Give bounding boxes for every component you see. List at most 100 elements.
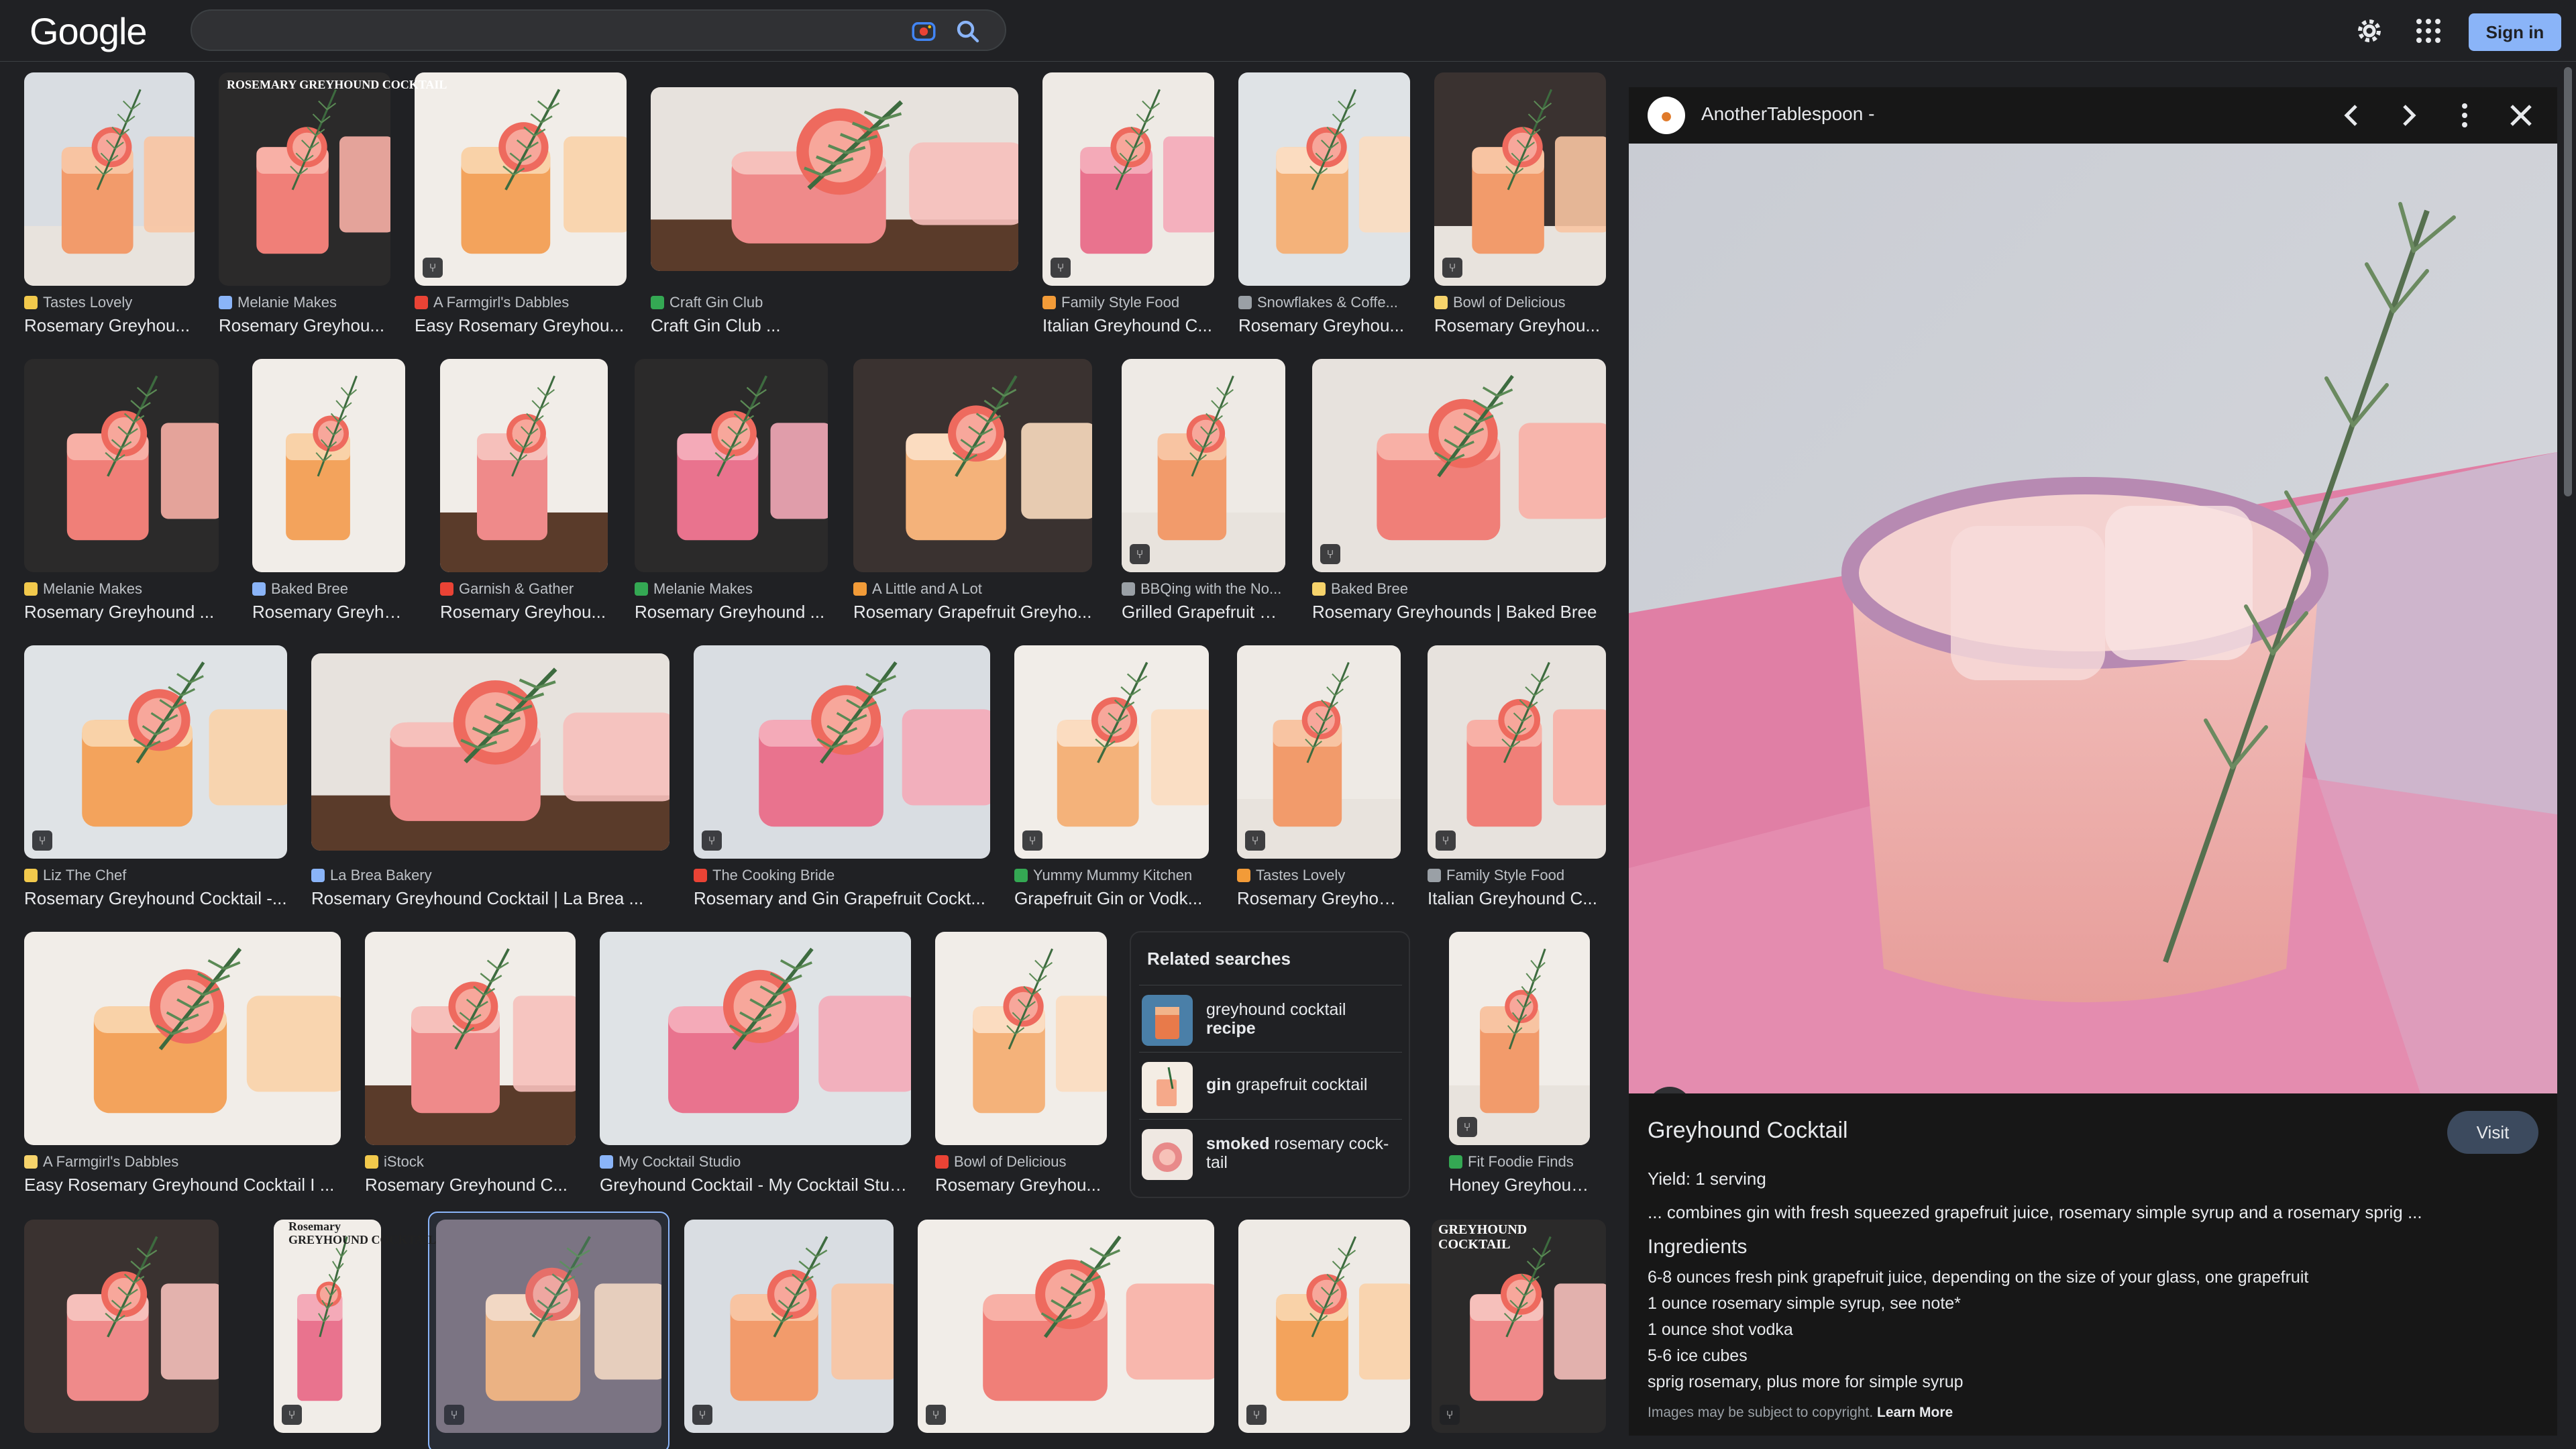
related-search-item[interactable]: smoked rosemary cock-tail: [1139, 1119, 1402, 1186]
image-result-tile[interactable]: A Little and A Lot Rosemary Grapefruit Gr…: [853, 359, 1092, 627]
result-thumbnail[interactable]: [24, 72, 195, 286]
result-title[interactable]: Rosemary Greyhou...: [1434, 315, 1606, 336]
result-thumbnail[interactable]: ⑂: [1238, 1220, 1410, 1433]
result-thumbnail[interactable]: [365, 932, 576, 1145]
close-icon[interactable]: [2505, 99, 2537, 131]
image-result-tile[interactable]: Melanie Makes Rosemary Greyhound ...: [635, 359, 828, 627]
result-title[interactable]: Craft Gin Club ...: [651, 315, 1018, 336]
image-result-tile[interactable]: Melanie Makes Rosemary Greyhound ...: [24, 359, 219, 627]
result-title[interactable]: Rosemary Greyhou...: [252, 602, 405, 623]
search-box[interactable]: [191, 9, 1006, 51]
result-thumbnail[interactable]: ⑂: [24, 645, 287, 859]
result-thumbnail[interactable]: ⑂: [1122, 359, 1285, 572]
result-thumbnail[interactable]: [24, 359, 219, 572]
result-thumbnail[interactable]: ⑂: [684, 1220, 894, 1433]
image-result-tile[interactable]: Tastes Lovely Rosemary Greyhou...: [24, 72, 195, 341]
related-search-item[interactable]: gin grapefruit cocktail: [1139, 1052, 1402, 1119]
image-result-tile[interactable]: Melanie Makes Rosemary Greyhou...: [219, 72, 390, 341]
image-result-tile[interactable]: ⑂ A Farmgirl's Dabbles Easy Rosemary Greyh…: [415, 72, 627, 341]
image-result-tile[interactable]: My Cocktail Studio Greyhound Cocktail - M…: [600, 932, 911, 1200]
gear-icon[interactable]: [2353, 15, 2385, 47]
result-title[interactable]: Grilled Grapefruit G...: [1122, 602, 1285, 623]
result-source[interactable]: Craft Gin Club: [651, 294, 1018, 311]
result-thumbnail[interactable]: ⑂: [274, 1220, 381, 1433]
page-scrollbar[interactable]: [2564, 67, 2572, 496]
image-result-tile[interactable]: La Brea Bakery Rosemary Greyhound Cocktai…: [311, 645, 669, 914]
result-source[interactable]: Yummy Mummy Kitchen: [1014, 867, 1209, 884]
result-title[interactable]: Rosemary and Gin Grapefruit Cockt...: [694, 888, 990, 909]
result-thumbnail[interactable]: [219, 72, 390, 286]
result-thumbnail[interactable]: [935, 932, 1107, 1145]
result-source[interactable]: Bowl of Delicious: [1434, 294, 1606, 311]
result-title[interactable]: Easy Rosemary Greyhound Cocktail I ...: [24, 1175, 341, 1195]
lens-search-icon[interactable]: [1648, 1087, 1692, 1093]
result-thumbnail[interactable]: [440, 359, 608, 572]
result-thumbnail[interactable]: [24, 1220, 219, 1433]
result-source[interactable]: iStock: [365, 1153, 576, 1171]
result-thumbnail[interactable]: ⑂: [415, 72, 627, 286]
result-title[interactable]: Rosemary Greyhound Cocktail | La Brea ..…: [311, 888, 669, 909]
image-result-tile[interactable]: iStock Rosemary Greyhound C...: [365, 932, 576, 1200]
preview-image[interactable]: [1629, 144, 2557, 1093]
image-result-tile[interactable]: Craft Gin Club Craft Gin Club ...: [651, 72, 1018, 341]
image-result-tile[interactable]: Snowflakes & Coffe... Rosemary Greyhou...: [1238, 72, 1410, 341]
google-lens-icon[interactable]: [910, 17, 938, 46]
result-source[interactable]: Tastes Lovely: [24, 294, 195, 311]
sign-in-button[interactable]: Sign in: [2469, 13, 2561, 51]
image-result-tile[interactable]: ⑂ Yummy Mummy Kitchen Grapefruit Gin or Vo…: [1014, 645, 1209, 914]
result-thumbnail[interactable]: ⑂: [1434, 72, 1606, 286]
image-result-tile[interactable]: ⑂ The Cooking Bride Rosemary and Gin Grape…: [694, 645, 990, 914]
image-result-tile[interactable]: ⑂ Family Style Food Italian Greyhound C...: [1428, 645, 1606, 914]
result-title[interactable]: Rosemary Greyhound ...: [635, 602, 828, 623]
result-source[interactable]: Family Style Food: [1042, 294, 1214, 311]
image-result-tile[interactable]: ⑂ Family Style Food Italian Greyhound C...: [1042, 72, 1214, 341]
result-thumbnail[interactable]: [651, 87, 1018, 271]
result-source[interactable]: Garnish & Gather: [440, 580, 608, 598]
apps-grid-icon[interactable]: [2412, 15, 2445, 47]
result-title[interactable]: Easy Rosemary Greyhou...: [415, 315, 627, 336]
result-title[interactable]: Rosemary Greyhou...: [1238, 315, 1410, 336]
image-result-tile[interactable]: ⑂ Baked Bree Rosemary Greyhounds | Baked B…: [1312, 359, 1606, 627]
result-source[interactable]: BBQing with the No...: [1122, 580, 1285, 598]
result-source[interactable]: Fit Foodie Finds: [1449, 1153, 1590, 1171]
result-thumbnail[interactable]: ⑂: [918, 1220, 1214, 1433]
result-source[interactable]: Baked Bree: [1312, 580, 1606, 598]
result-source[interactable]: Melanie Makes: [219, 294, 390, 311]
result-source[interactable]: The Cooking Bride: [694, 867, 990, 884]
result-title[interactable]: Honey Greyhound ...: [1449, 1175, 1590, 1195]
search-input[interactable]: [211, 16, 881, 46]
image-result-tile[interactable]: ⑂ BBQing with the No... Grilled Grapefruit…: [1122, 359, 1285, 627]
result-source[interactable]: Tastes Lovely: [1237, 867, 1401, 884]
result-title[interactable]: Grapefruit Gin or Vodk...: [1014, 888, 1209, 909]
result-title[interactable]: Rosemary Greyhou...: [24, 315, 195, 336]
result-thumbnail[interactable]: [635, 359, 828, 572]
result-thumbnail[interactable]: [600, 932, 911, 1145]
image-result-tile[interactable]: ⑂ Liz The Chef Rosemary Greyhound Cocktail…: [24, 645, 287, 914]
result-title[interactable]: Rosemary Grapefruit Greyho...: [853, 602, 1092, 623]
result-source[interactable]: Bowl of Delicious: [935, 1153, 1107, 1171]
result-title[interactable]: Rosemary Greyhou...: [935, 1175, 1107, 1195]
image-result-tile[interactable]: ⑂ Tastes Lovely Rosemary Greyhou...: [1237, 645, 1401, 914]
result-title[interactable]: Rosemary Greyhounds | Baked Bree: [1312, 602, 1606, 623]
image-result-tile[interactable]: ⑂ Bowl of Delicious Rosemary Greyhou...: [1434, 72, 1606, 341]
image-result-tile[interactable]: ⑂ Fit Foodie Finds Honey Greyhound ...: [1449, 932, 1590, 1200]
result-source[interactable]: Melanie Makes: [635, 580, 828, 598]
selected-result-frame[interactable]: [428, 1212, 669, 1449]
chevron-right-icon[interactable]: [2392, 99, 2424, 131]
result-thumbnail[interactable]: [252, 359, 405, 572]
result-source[interactable]: A Little and A Lot: [853, 580, 1092, 598]
result-source[interactable]: Family Style Food: [1428, 867, 1606, 884]
image-result-tile[interactable]: Baked Bree Rosemary Greyhou...: [252, 359, 405, 627]
result-source[interactable]: La Brea Bakery: [311, 867, 669, 884]
image-result-tile[interactable]: Bowl of Delicious Rosemary Greyhou...: [935, 932, 1107, 1200]
result-thumbnail[interactable]: ⑂: [1014, 645, 1209, 859]
result-title[interactable]: Italian Greyhound C...: [1042, 315, 1214, 336]
more-options-icon[interactable]: [2449, 99, 2481, 131]
result-source[interactable]: My Cocktail Studio: [600, 1153, 911, 1171]
result-thumbnail[interactable]: ⑂: [694, 645, 990, 859]
result-title[interactable]: Rosemary Greyhound Cocktail -...: [24, 888, 287, 909]
result-thumbnail[interactable]: ⑂: [1312, 359, 1606, 572]
result-thumbnail[interactable]: ⑂: [1237, 645, 1401, 859]
google-logo[interactable]: Google: [30, 9, 148, 53]
panel-title[interactable]: Greyhound Cocktail: [1648, 1118, 1848, 1144]
